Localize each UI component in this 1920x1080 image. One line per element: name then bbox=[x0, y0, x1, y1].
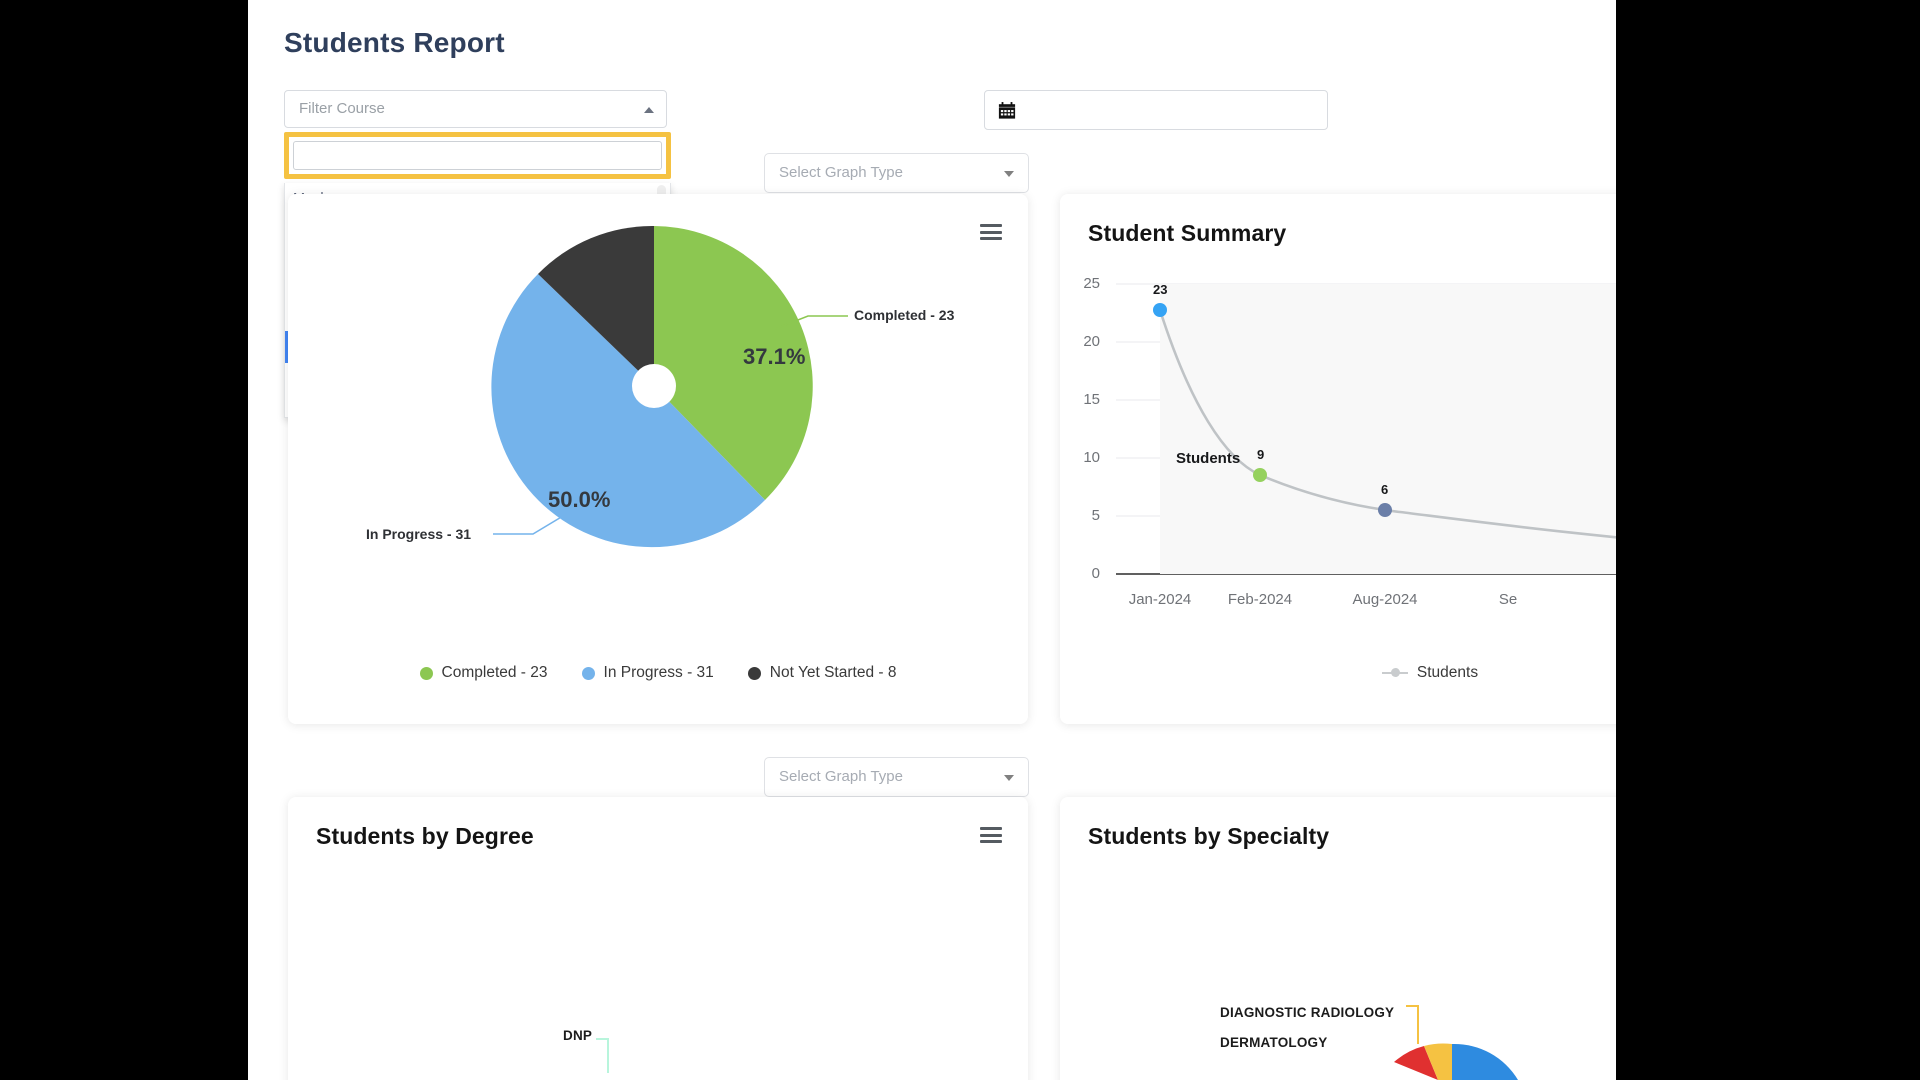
legend-marker-students bbox=[1381, 668, 1408, 678]
y-tick-15: 15 bbox=[1083, 391, 1100, 408]
x-tick-feb-2024: Feb-2024 bbox=[1227, 591, 1293, 608]
x-tick-sep-2024: Se bbox=[1498, 591, 1518, 608]
calendar-icon bbox=[998, 102, 1016, 119]
course-search-input[interactable] bbox=[293, 141, 662, 170]
series-annotation-students: Students bbox=[1176, 450, 1241, 467]
card-title-student-summary: Student Summary bbox=[1088, 220, 1287, 246]
students-report-page: Students Report Filter Course Myeloma Le… bbox=[248, 0, 1616, 1080]
screen: Students Report Filter Course Myeloma Le… bbox=[0, 0, 1920, 1080]
specialty-slice-label-radiology: DIAGNOSTIC RADIOLOGY bbox=[1220, 1005, 1395, 1020]
specialty-pie-partial bbox=[1394, 1005, 1518, 1080]
student-summary-line-chart: 25 20 15 10 5 0 Jan-2024 Feb-2024 Aug-20… bbox=[1060, 254, 1616, 724]
x-tick-aug-2024: Aug-2024 bbox=[1352, 591, 1418, 608]
point-label-23: 23 bbox=[1153, 282, 1168, 297]
legend-item-in-progress[interactable]: In Progress - 31 bbox=[581, 664, 714, 682]
filter-course-select[interactable]: Filter Course bbox=[284, 90, 667, 128]
pie-legend: Completed - 23 In Progress - 31 Not Yet … bbox=[288, 664, 1028, 682]
legend-label-in-progress: In Progress - 31 bbox=[603, 664, 714, 681]
legend-label-completed: Completed - 23 bbox=[441, 664, 548, 681]
chevron-down-icon bbox=[1004, 775, 1014, 781]
page-title: Students Report bbox=[284, 27, 505, 58]
legend-item-not-started[interactable]: Not Yet Started - 8 bbox=[747, 664, 897, 682]
caret-up-icon bbox=[644, 107, 654, 113]
degree-pie-partial bbox=[596, 1038, 609, 1073]
completion-pie-chart: 37.1% 50.0% Completed - 23 In Progress -… bbox=[288, 194, 1028, 724]
chevron-down-icon bbox=[1004, 171, 1014, 177]
legend-dot-not-started bbox=[747, 666, 761, 680]
card-title-students-by-specialty: Students by Specialty bbox=[1088, 823, 1330, 849]
filter-course-placeholder: Filter Course bbox=[299, 100, 385, 117]
y-tick-25: 25 bbox=[1083, 275, 1100, 292]
date-range-field[interactable] bbox=[984, 90, 1328, 130]
students-by-specialty-card: Students by Specialty DIAGNOSTIC RADIOLO… bbox=[1060, 797, 1616, 1080]
select-graph-type-pie[interactable]: Select Graph Type bbox=[764, 153, 1029, 193]
student-summary-card: Student Summary 25 20 15 10 5 0 Jan-2024… bbox=[1060, 194, 1616, 724]
legend-dot-completed bbox=[419, 666, 433, 680]
legend-item-completed[interactable]: Completed - 23 bbox=[419, 664, 548, 682]
pie-svg bbox=[491, 225, 848, 548]
line-legend: Students bbox=[1060, 664, 1616, 682]
y-tick-0: 0 bbox=[1091, 565, 1100, 582]
y-tick-10: 10 bbox=[1083, 449, 1100, 466]
legend-dot-in-progress bbox=[581, 666, 595, 680]
course-search-focus-ring bbox=[284, 132, 671, 179]
x-tick-jan-2024: Jan-2024 bbox=[1128, 591, 1192, 608]
pie-chart-card: 37.1% 50.0% Completed - 23 In Progress -… bbox=[288, 194, 1028, 724]
y-tick-20: 20 bbox=[1083, 333, 1100, 350]
hamburger-menu-icon[interactable] bbox=[980, 827, 1002, 843]
point-label-6: 6 bbox=[1381, 482, 1389, 497]
pie-percent-in-progress: 50.0% bbox=[548, 487, 611, 512]
pie-callout-completed: Completed - 23 bbox=[854, 307, 955, 323]
legend-label-not-started: Not Yet Started - 8 bbox=[769, 664, 897, 681]
specialty-slice-label-dermatology: DERMATOLOGY bbox=[1220, 1035, 1328, 1050]
legend-label-students[interactable]: Students bbox=[1417, 664, 1478, 682]
pie-percent-completed: 37.1% bbox=[743, 344, 806, 369]
y-tick-5: 5 bbox=[1091, 507, 1100, 524]
select-graph-type-placeholder: Select Graph Type bbox=[779, 768, 903, 785]
select-graph-type-degree[interactable]: Select Graph Type bbox=[764, 757, 1029, 797]
card-title-students-by-degree: Students by Degree bbox=[316, 823, 534, 849]
pie-callout-in-progress: In Progress - 31 bbox=[366, 526, 472, 542]
select-graph-type-placeholder: Select Graph Type bbox=[779, 164, 903, 181]
students-by-degree-card: Students by Degree DNP bbox=[288, 797, 1028, 1080]
point-label-9: 9 bbox=[1257, 447, 1265, 462]
